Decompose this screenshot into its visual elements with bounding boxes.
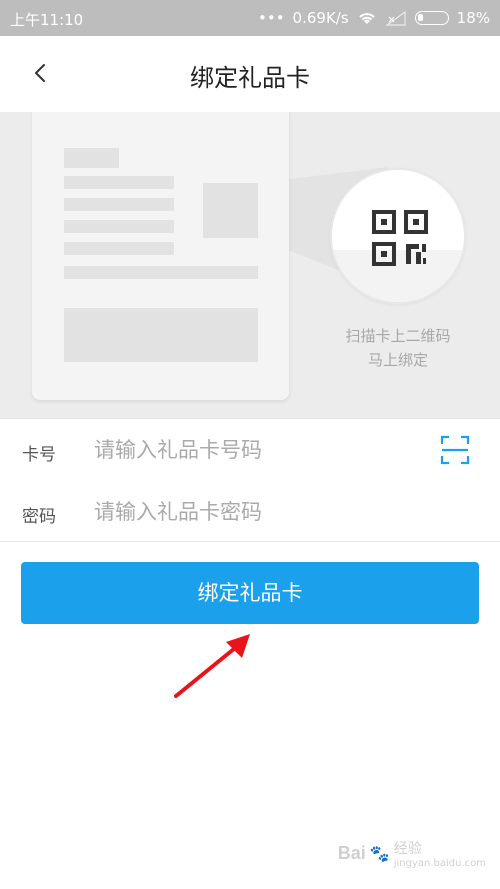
gift-card-illustration — [32, 112, 289, 400]
watermark-url: jingyan.baidu.com — [393, 858, 486, 869]
scan-icon[interactable] — [440, 435, 470, 465]
status-right: ••• 0.69K/s 18% — [258, 9, 490, 27]
paw-icon: 🐾 — [369, 844, 390, 863]
scan-hint-line2: 马上绑定 — [367, 351, 428, 369]
password-input[interactable] — [94, 495, 414, 529]
bind-gift-card-button[interactable]: 绑定礼品卡 — [21, 562, 479, 624]
scan-hint-line1: 扫描卡上二维码 — [345, 327, 451, 345]
password-label: 密码 — [22, 507, 56, 527]
status-bar: 上午11:10 ••• 0.69K/s 18% — [0, 0, 500, 36]
watermark-suffix: 经验 — [393, 841, 422, 857]
red-arrow-annotation — [174, 634, 250, 698]
qr-magnifier — [330, 168, 466, 304]
battery-icon — [414, 11, 449, 25]
watermark-brand: Bai — [337, 843, 366, 863]
page-title: 绑定礼品卡 — [190, 64, 310, 92]
nav-bar: 绑定礼品卡 — [0, 36, 500, 112]
scan-hint: 扫描卡上二维码 马上绑定 — [320, 324, 476, 372]
signal-icon — [384, 10, 406, 26]
card-number-row: 卡号 — [0, 419, 500, 481]
baidu-jingyan-watermark: Bai 🐾 经验 jingyan.baidu.com — [338, 838, 486, 869]
card-number-label: 卡号 — [22, 445, 56, 465]
wifi-icon — [358, 13, 375, 24]
password-row: 密码 — [0, 481, 500, 543]
qr-code-icon — [372, 210, 428, 266]
network-speed: 0.69K/s — [292, 9, 349, 27]
battery-percent: 18% — [456, 9, 490, 27]
status-time: 上午11:10 — [10, 11, 84, 29]
scan-illustration: 扫描卡上二维码 马上绑定 — [0, 112, 500, 418]
more-dots-icon: ••• — [258, 9, 285, 27]
gift-card-form: 卡号 密码 — [0, 418, 500, 542]
card-number-input[interactable] — [94, 433, 414, 467]
